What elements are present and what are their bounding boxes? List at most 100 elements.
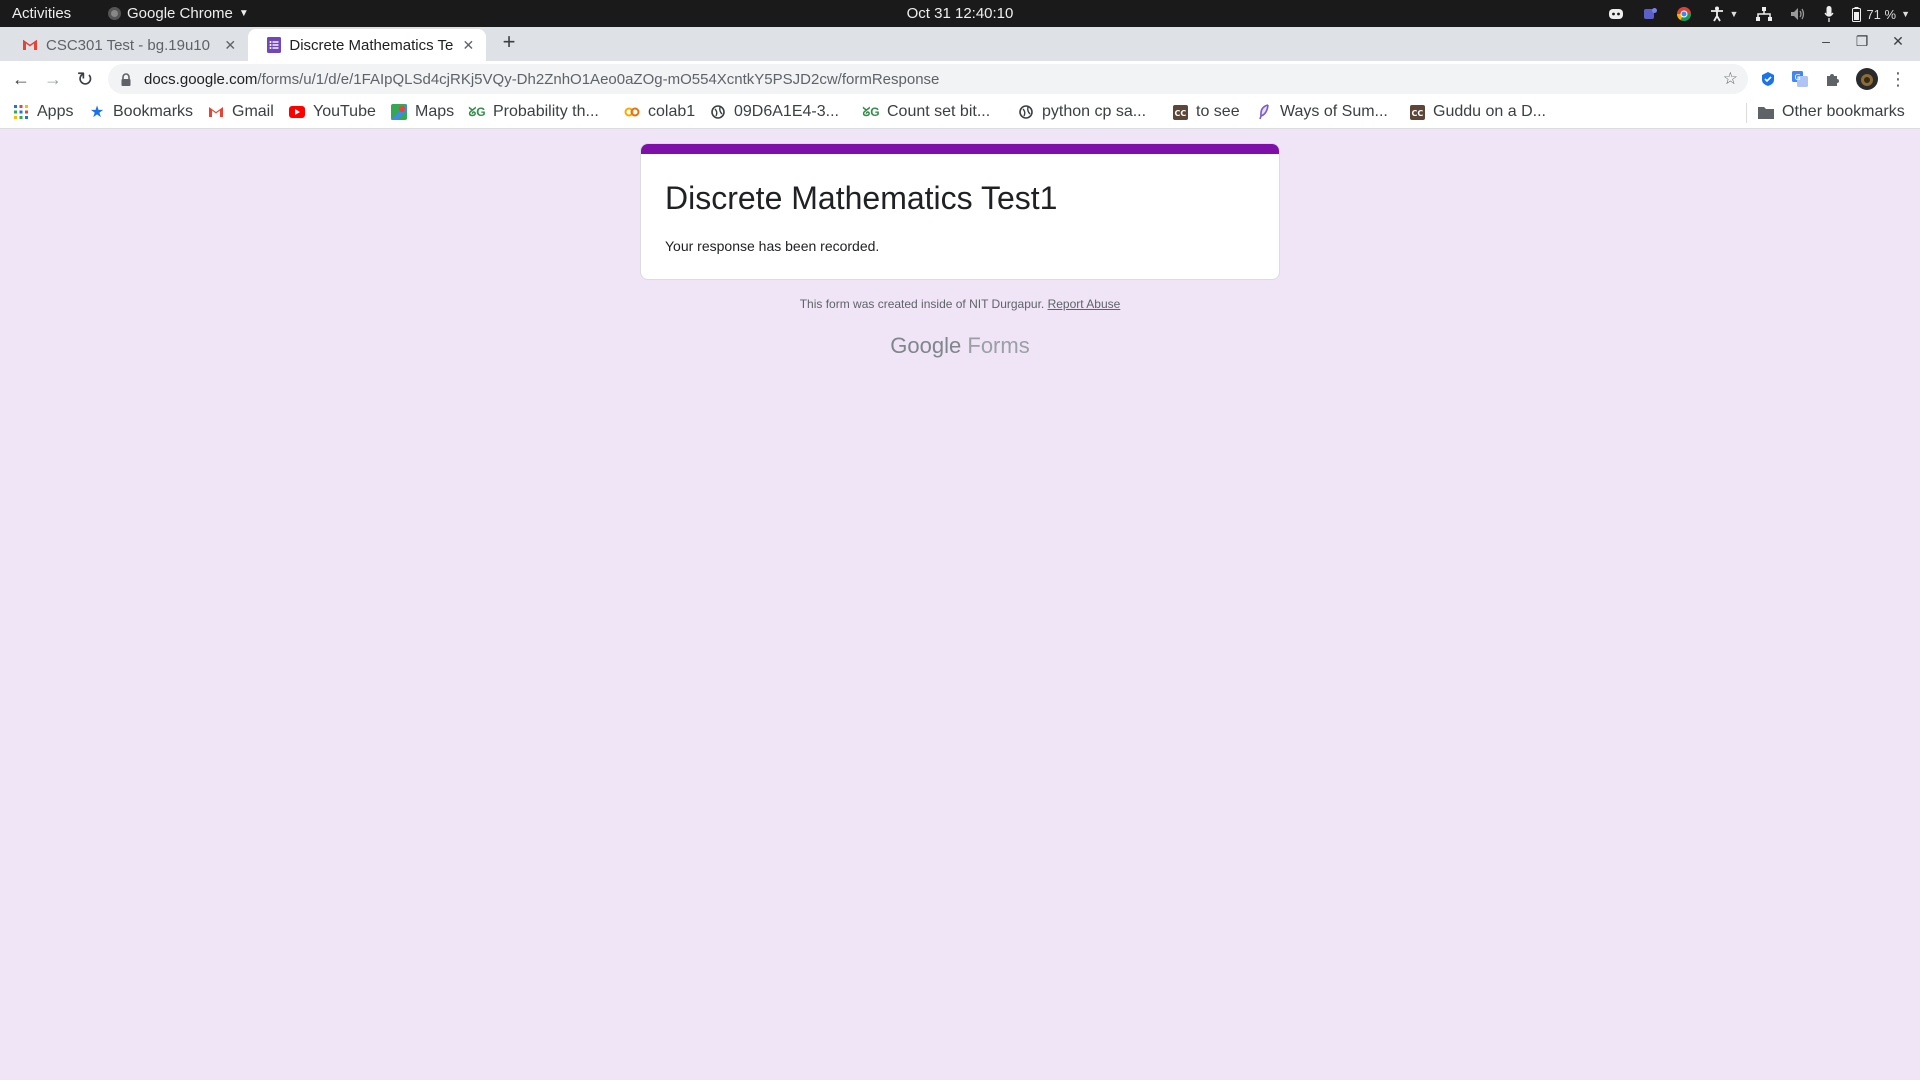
discord-icon[interactable] (1608, 4, 1624, 24)
bookmark-colab1[interactable]: colab1 (624, 103, 695, 121)
accessibility-icon[interactable]: ▼ (1710, 4, 1738, 24)
gfg-icon: ᘜG (862, 104, 880, 119)
bookmark-guddu[interactable]: CC Guddu on a D... (1409, 103, 1546, 121)
forward-icon[interactable]: → (41, 67, 65, 91)
tab-title: CSC301 Test - bg.19u10 (46, 36, 210, 54)
footer-note-text: This form was created inside of NIT Durg… (799, 297, 1045, 311)
gfg-icon: ᘜG (468, 104, 486, 119)
bookmark-09d6a1e4[interactable]: 09D6A1E4-3... (710, 103, 839, 121)
chrome-tray-icon[interactable] (1676, 4, 1692, 24)
system-top-bar: Activities Google Chrome ▼ Oct 31 12:40:… (0, 0, 1920, 27)
volume-icon[interactable] (1790, 4, 1806, 24)
minimize-icon[interactable]: – (1818, 33, 1834, 50)
bookmark-label: YouTube (313, 103, 376, 120)
clock[interactable]: Oct 31 12:40:10 (907, 5, 1014, 22)
gmail-icon (22, 37, 38, 53)
browser-toolbar: ← → ↻ docs.google.com/forms/u/1/d/e/1FAI… (0, 61, 1920, 97)
maps-icon (391, 104, 407, 120)
google-forms-icon (266, 37, 281, 53)
google-wordmark: Google (890, 333, 962, 358)
back-icon[interactable]: ← (9, 67, 33, 91)
gmail-icon (208, 104, 224, 120)
bookmark-label: 09D6A1E4-3... (734, 103, 839, 120)
battery-indicator[interactable]: 71 % ▼ (1852, 4, 1910, 24)
report-abuse-link[interactable]: Report Abuse (1048, 297, 1121, 311)
address-bar[interactable]: docs.google.com/forms/u/1/d/e/1FAIpQLSd4… (108, 64, 1748, 94)
extensions-puzzle-icon[interactable] (1822, 69, 1842, 89)
bookmark-label: to see (1196, 103, 1240, 120)
chrome-menu-icon[interactable]: ⋮ (1886, 67, 1910, 91)
bookmark-to-see[interactable]: CC to see (1172, 103, 1240, 121)
bookmark-apps[interactable]: Apps (13, 103, 73, 121)
translate-extension-icon[interactable]: G (1790, 69, 1810, 89)
youtube-icon (289, 104, 305, 120)
globe-icon (1018, 104, 1034, 120)
bookmark-label: Apps (37, 103, 74, 120)
activities-button[interactable]: Activities (12, 5, 71, 22)
bookmark-label: Count set bit... (887, 103, 991, 120)
close-icon[interactable]: ✕ (461, 37, 476, 54)
network-icon[interactable] (1756, 4, 1773, 24)
response-recorded-message: Your response has been recorded. (665, 238, 880, 254)
new-tab-button[interactable]: + (498, 31, 520, 53)
tab-title: Discrete Mathematics Te (289, 36, 453, 54)
bookmark-probability[interactable]: ᘜG Probability th... (468, 103, 599, 121)
google-forms-logo: Google Forms (0, 333, 1920, 359)
codechef-icon: CC (1409, 104, 1425, 120)
window-controls: – ❐ ✕ (1818, 33, 1906, 50)
bookmark-python-cp[interactable]: python cp sa... (1018, 103, 1146, 121)
globe-icon (710, 104, 726, 120)
chevron-down-icon: ▼ (238, 8, 249, 19)
forms-wordmark: Forms (967, 333, 1030, 358)
svg-text:CC: CC (1174, 109, 1186, 118)
bookmark-star-icon[interactable]: ☆ (1723, 69, 1738, 89)
bookmark-youtube[interactable]: YouTube (289, 103, 376, 121)
chevron-down-icon: ▼ (1901, 9, 1910, 19)
form-footer-note: This form was created inside of NIT Durg… (0, 297, 1920, 311)
profile-avatar[interactable] (1856, 68, 1878, 90)
star-icon: ★ (89, 104, 105, 121)
close-window-icon[interactable]: ✕ (1890, 33, 1906, 50)
bookmark-label: Ways of Sum... (1280, 103, 1388, 120)
close-icon[interactable]: ✕ (223, 37, 238, 54)
maximize-icon[interactable]: ❐ (1854, 33, 1870, 50)
bookmark-count-set-bit[interactable]: ᘜG Count set bit... (862, 103, 991, 121)
bookmark-label: colab1 (648, 103, 696, 120)
form-title: Discrete Mathematics Test1 (665, 180, 1058, 216)
microphone-icon[interactable] (1824, 4, 1834, 24)
codechef-icon: CC (1172, 104, 1188, 120)
bookmark-label: Gmail (232, 103, 274, 120)
url-path: /forms/u/1/d/e/1FAIpQLSd4cjRKj5VQy-Dh2Zn… (257, 70, 940, 88)
bookmark-label: Bookmarks (113, 103, 194, 120)
app-menu-label: Google Chrome (127, 5, 233, 22)
bookmark-label: Maps (415, 103, 455, 120)
extension-shield-icon[interactable] (1758, 69, 1778, 89)
bookmark-label: Guddu on a D... (1433, 103, 1546, 120)
other-bookmarks-label: Other bookmarks (1782, 103, 1905, 120)
svg-text:CC: CC (1411, 109, 1423, 118)
bookmark-maps[interactable]: Maps (391, 103, 454, 121)
app-menu[interactable]: Google Chrome ▼ (108, 5, 249, 22)
url-host: docs.google.com (144, 70, 258, 88)
svg-text:G: G (1795, 73, 1801, 82)
tab-gmail[interactable]: CSC301 Test - bg.19u10 ✕ (4, 29, 248, 61)
apps-grid-icon (13, 104, 29, 120)
bookmark-label: Probability th... (493, 103, 599, 120)
feather-icon (1256, 104, 1272, 120)
bookmarks-divider (1746, 103, 1747, 123)
battery-icon (1852, 6, 1862, 22)
other-bookmarks[interactable]: Other bookmarks (1758, 103, 1905, 121)
chrome-app-icon (108, 7, 121, 20)
tab-strip: CSC301 Test - bg.19u10 ✕ Discrete Mathem… (0, 27, 1920, 61)
form-response-card: Discrete Mathematics Test1 Your response… (640, 143, 1280, 280)
teams-icon[interactable] (1642, 4, 1658, 24)
bookmark-label: python cp sa... (1042, 103, 1147, 120)
reload-icon[interactable]: ↻ (73, 67, 97, 91)
lock-icon[interactable] (120, 72, 132, 86)
bookmark-gmail[interactable]: Gmail (208, 103, 274, 121)
system-tray: ▼ 71 % ▼ (1608, 3, 1910, 25)
bookmark-ways-of-sum[interactable]: Ways of Sum... (1256, 103, 1388, 121)
form-accent-bar (641, 144, 1279, 154)
bookmark-bookmarks[interactable]: ★ Bookmarks (89, 103, 193, 121)
tab-discrete-math[interactable]: Discrete Mathematics Te ✕ (248, 29, 486, 61)
